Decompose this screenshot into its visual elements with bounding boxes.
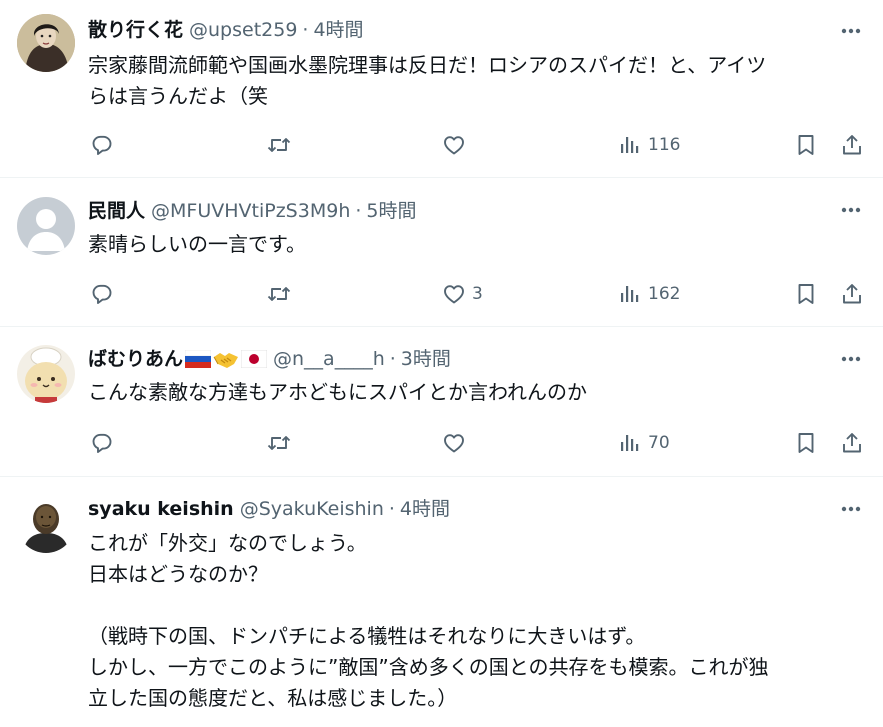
tweet-header: 散り行く花 @upset259 · 4時間 (88, 17, 364, 43)
retweet-icon (267, 287, 291, 301)
more-dots-icon[interactable] (839, 347, 863, 371)
handshake-icon (213, 353, 239, 368)
views-chart-icon (621, 286, 639, 302)
views-chart-icon (621, 435, 639, 451)
tweet-header: syaku keishin @SyakuKeishin · 4時間 (88, 496, 450, 522)
like-button[interactable] (442, 428, 472, 458)
share-icon (843, 433, 861, 453)
bookmark-button[interactable] (794, 279, 818, 309)
bookmark-icon (798, 284, 814, 304)
retweet-icon (267, 138, 291, 152)
views-button[interactable]: 70 (618, 428, 670, 458)
bookmark-icon (798, 433, 814, 453)
more-dots-icon[interactable] (839, 19, 863, 43)
retweet-icon (267, 436, 291, 450)
like-button[interactable]: 3 (442, 279, 483, 309)
like-button[interactable] (442, 130, 472, 160)
name-emojis (185, 348, 268, 370)
view-count: 116 (648, 135, 681, 155)
user-handle[interactable]: @n__a____h (273, 346, 385, 372)
tweet-text: 素晴らしいの一言です。 (88, 232, 306, 256)
share-button[interactable] (840, 428, 864, 458)
view-count: 162 (648, 284, 681, 304)
user-handle[interactable]: @MFUVHVtiPzS3M9h (151, 198, 350, 224)
separator-dot: · (388, 498, 395, 520)
reply-button[interactable] (90, 130, 120, 160)
reply-icon (92, 284, 112, 304)
tweet[interactable]: syaku keishin @SyakuKeishin · 4時間 これが「外交… (0, 477, 883, 727)
japan-flag-icon (241, 350, 268, 368)
separator-dot: · (389, 348, 396, 370)
heart-icon (444, 434, 464, 453)
avatar[interactable] (17, 495, 75, 553)
bookmark-button[interactable] (794, 428, 818, 458)
retweet-button[interactable] (266, 130, 298, 160)
share-icon (843, 135, 861, 155)
display-name[interactable]: 民間人 (88, 198, 145, 224)
tweet-text: これが「外交」なのでしょう。 日本はどうなのか？ （戦時下の国、ドンパチによる犠… (88, 531, 769, 710)
avatar[interactable] (17, 14, 75, 72)
reply-icon (92, 135, 112, 155)
views-button[interactable]: 116 (618, 130, 680, 160)
timestamp[interactable]: 3時間 (401, 346, 451, 372)
display-name[interactable]: 散り行く花 (88, 17, 183, 43)
action-bar: 70 (88, 428, 878, 458)
more-dots-icon[interactable] (839, 497, 863, 521)
bookmark-button[interactable] (794, 130, 818, 160)
action-bar: 116 (88, 130, 878, 160)
heart-icon (444, 136, 464, 155)
tweet[interactable]: 民間人 @MFUVHVtiPzS3M9h · 5時間 素晴らしいの一言です。 3 (0, 178, 883, 327)
user-handle[interactable]: @SyakuKeishin (240, 496, 384, 522)
separator-dot: · (355, 200, 362, 222)
views-chart-icon (621, 137, 639, 153)
reply-button[interactable] (90, 428, 120, 458)
like-count: 3 (472, 284, 483, 304)
reply-feed: 散り行く花 @upset259 · 4時間 宗家藤間流師範や国画水墨院理事は反日… (0, 0, 883, 727)
display-name[interactable]: ばむりあん (88, 346, 183, 372)
user-handle[interactable]: @upset259 (189, 17, 297, 43)
tweet[interactable]: 散り行く花 @upset259 · 4時間 宗家藤間流師範や国画水墨院理事は反日… (0, 0, 883, 178)
separator-dot: · (302, 19, 309, 41)
action-bar: 3 162 (88, 279, 878, 309)
display-name[interactable]: syaku keishin (88, 496, 234, 522)
view-count: 70 (648, 433, 670, 453)
tweet-text: 宗家藤間流師範や国画水墨院理事は反日だ！ロシアのスパイだ！と、アイツ らは言うん… (88, 53, 767, 108)
share-button[interactable] (840, 279, 864, 309)
share-button[interactable] (840, 130, 864, 160)
more-dots-icon[interactable] (839, 198, 863, 222)
reply-icon (92, 433, 112, 453)
timestamp[interactable]: 5時間 (366, 198, 416, 224)
heart-icon (444, 285, 464, 304)
bookmark-icon (798, 135, 814, 155)
timestamp[interactable]: 4時間 (400, 496, 450, 522)
views-button[interactable]: 162 (618, 279, 680, 309)
retweet-button[interactable] (266, 279, 298, 309)
retweet-button[interactable] (266, 428, 298, 458)
russia-flag-icon (185, 350, 212, 368)
tweet-text: こんな素敵な方達もアホどもにスパイとか言われんのか (88, 380, 587, 404)
tweet[interactable]: ばむりあん @n__a____h · 3時間 こんな素敵な方達もアホどもにスパイ… (0, 327, 883, 477)
avatar[interactable] (17, 197, 75, 255)
timestamp[interactable]: 4時間 (313, 17, 363, 43)
reply-button[interactable] (90, 279, 120, 309)
tweet-header: 民間人 @MFUVHVtiPzS3M9h · 5時間 (88, 198, 417, 224)
avatar[interactable] (17, 345, 75, 403)
share-icon (843, 284, 861, 304)
tweet-header: ばむりあん @n__a____h · 3時間 (88, 346, 451, 372)
